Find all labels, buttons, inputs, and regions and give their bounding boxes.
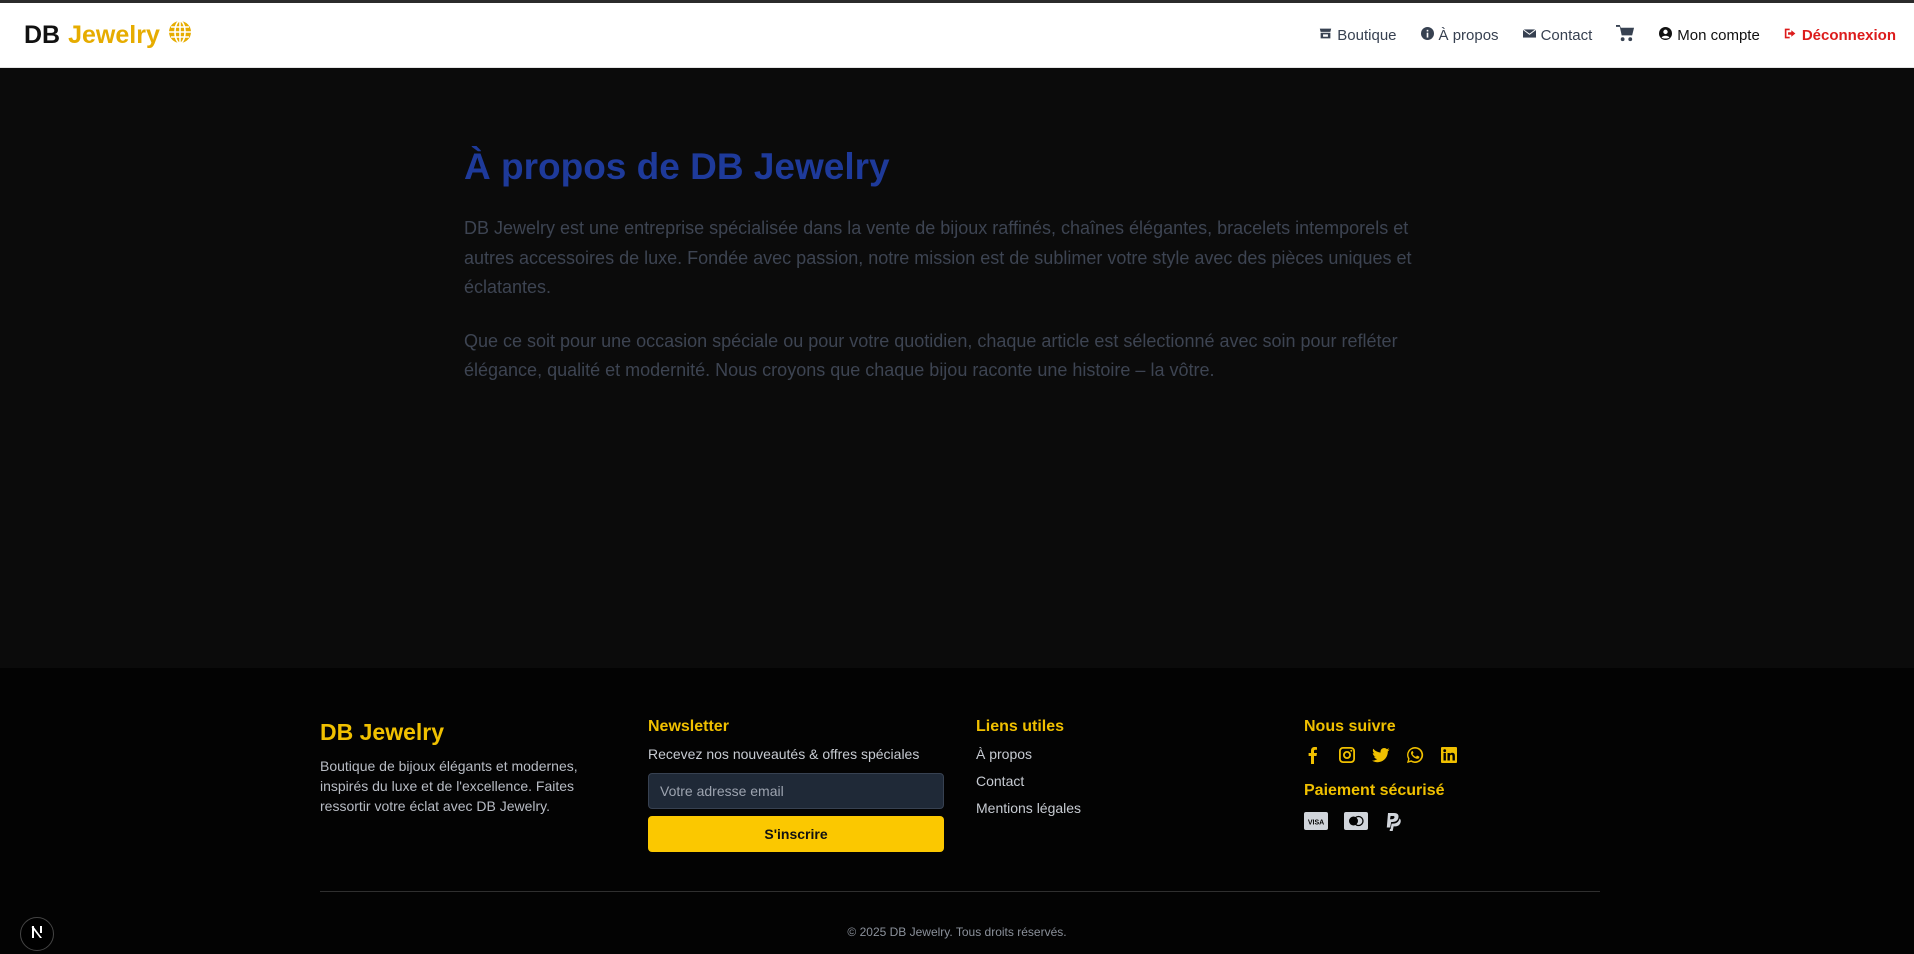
nav-account-link[interactable]: Mon compte xyxy=(1659,26,1760,44)
payment-icons: VISA xyxy=(1304,812,1564,837)
facebook-icon[interactable] xyxy=(1304,746,1322,764)
nav-shop-link[interactable]: Boutique xyxy=(1319,26,1397,44)
paypal-icon xyxy=(1384,812,1402,837)
nextjs-dev-badge[interactable] xyxy=(20,917,54,951)
main-nav: Boutique À propos Contact Mon compte Déc… xyxy=(1295,24,1896,47)
envelope-icon xyxy=(1522,27,1536,44)
user-circle-icon xyxy=(1659,26,1673,44)
payment-title: Paiement sécurisé xyxy=(1304,782,1445,799)
footer: DB Jewelry Boutique de bijoux élégants e… xyxy=(0,668,1914,954)
footer-social-column: Nous suivre Paiement sécurisé VISA xyxy=(1304,718,1564,837)
newsletter-title: Newsletter xyxy=(648,718,729,735)
footer-brand: DB Jewelry xyxy=(320,719,445,745)
footer-brand-column: DB Jewelry Boutique de bijoux élégants e… xyxy=(320,718,610,816)
logout-label: Déconnexion xyxy=(1801,26,1896,44)
footer-description: Boutique de bijoux élégants et modernes,… xyxy=(320,758,578,814)
nav-contact-label: Contact xyxy=(1540,26,1593,44)
visa-icon: VISA xyxy=(1304,812,1328,837)
social-icons xyxy=(1304,746,1564,764)
twitter-icon[interactable] xyxy=(1372,746,1390,764)
about-paragraph-1: DB Jewelry est une entreprise spécialisé… xyxy=(464,218,1412,297)
nav-contact-link[interactable]: Contact xyxy=(1522,26,1593,44)
globe-icon xyxy=(168,19,192,51)
nav-shop-label: Boutique xyxy=(1337,26,1397,44)
follow-title: Nous suivre xyxy=(1304,718,1396,735)
about-paragraph-2: Que ce soit pour une occasion spéciale o… xyxy=(464,330,1398,381)
footer-links-column: Liens utiles À propos Contact Mentions l… xyxy=(976,718,1226,827)
nav-about-label: À propos xyxy=(1438,26,1499,44)
cart-button[interactable] xyxy=(1616,24,1635,47)
main-content: À propos de DB Jewelry DB Jewelry est un… xyxy=(0,68,1914,668)
newsletter-text: Recevez nos nouveautés & offres spéciale… xyxy=(648,746,920,762)
footer-link-contact[interactable]: Contact xyxy=(976,773,1226,789)
footer-newsletter-column: Newsletter Recevez nos nouveautés & offr… xyxy=(648,718,944,852)
newsletter-email-input[interactable] xyxy=(648,773,944,809)
brand-jewelry-text: Jewelry xyxy=(68,20,160,49)
cart-icon xyxy=(1616,24,1635,47)
subscribe-button[interactable]: S'inscrire xyxy=(648,816,944,852)
footer-link-legal[interactable]: Mentions légales xyxy=(976,800,1226,816)
brand-logo[interactable]: DB Jewelry xyxy=(24,19,192,51)
info-icon xyxy=(1420,26,1434,44)
svg-text:VISA: VISA xyxy=(1308,820,1324,827)
navbar: DB Jewelry Boutique À propos Contact Mon… xyxy=(0,3,1914,68)
footer-divider xyxy=(320,891,1600,892)
whatsapp-icon[interactable] xyxy=(1406,746,1424,764)
about-section: À propos de DB Jewelry DB Jewelry est un… xyxy=(464,146,1444,410)
nextjs-icon xyxy=(29,924,45,945)
nav-about-link[interactable]: À propos xyxy=(1420,26,1499,44)
page-title: À propos de DB Jewelry xyxy=(464,146,890,187)
linkedin-icon[interactable] xyxy=(1440,746,1458,764)
store-icon xyxy=(1319,27,1332,44)
mastercard-icon xyxy=(1344,812,1368,837)
copyright-text: © 2025 DB Jewelry. Tous droits réservés. xyxy=(847,925,1067,939)
footer-link-about[interactable]: À propos xyxy=(976,746,1226,762)
links-title: Liens utiles xyxy=(976,718,1065,735)
logout-link[interactable]: Déconnexion xyxy=(1784,27,1896,44)
instagram-icon[interactable] xyxy=(1338,746,1356,764)
sign-out-icon xyxy=(1784,27,1797,44)
brand-db-text: DB xyxy=(24,20,61,49)
nav-account-label: Mon compte xyxy=(1677,26,1760,44)
